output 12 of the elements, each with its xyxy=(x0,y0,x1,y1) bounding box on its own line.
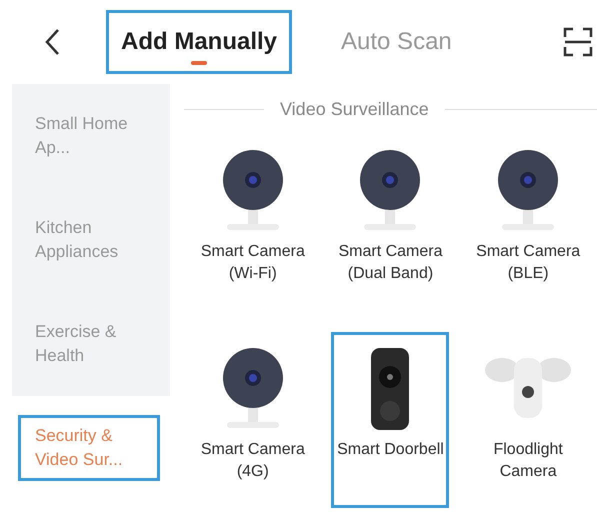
device-tile[interactable]: Smart Camera (BLE) xyxy=(469,134,588,310)
tab[interactable]: Add Manually xyxy=(106,10,292,74)
doorbell-icon xyxy=(370,347,410,431)
device-tile[interactable]: Smart Camera (Dual Band) xyxy=(331,134,450,310)
device-tile[interactable]: Floodlight Camera xyxy=(469,332,588,508)
back-icon[interactable] xyxy=(44,28,60,56)
device-tile[interactable]: Smart Camera (4G) xyxy=(194,332,312,508)
device-tile[interactable]: Smart Doorbell xyxy=(331,332,450,508)
section-title: Video Surveillance xyxy=(280,98,429,120)
scan-icon[interactable] xyxy=(563,27,593,57)
tab-indicator xyxy=(191,61,207,65)
device-tile[interactable]: Smart Camera (Wi-Fi) xyxy=(194,134,312,310)
